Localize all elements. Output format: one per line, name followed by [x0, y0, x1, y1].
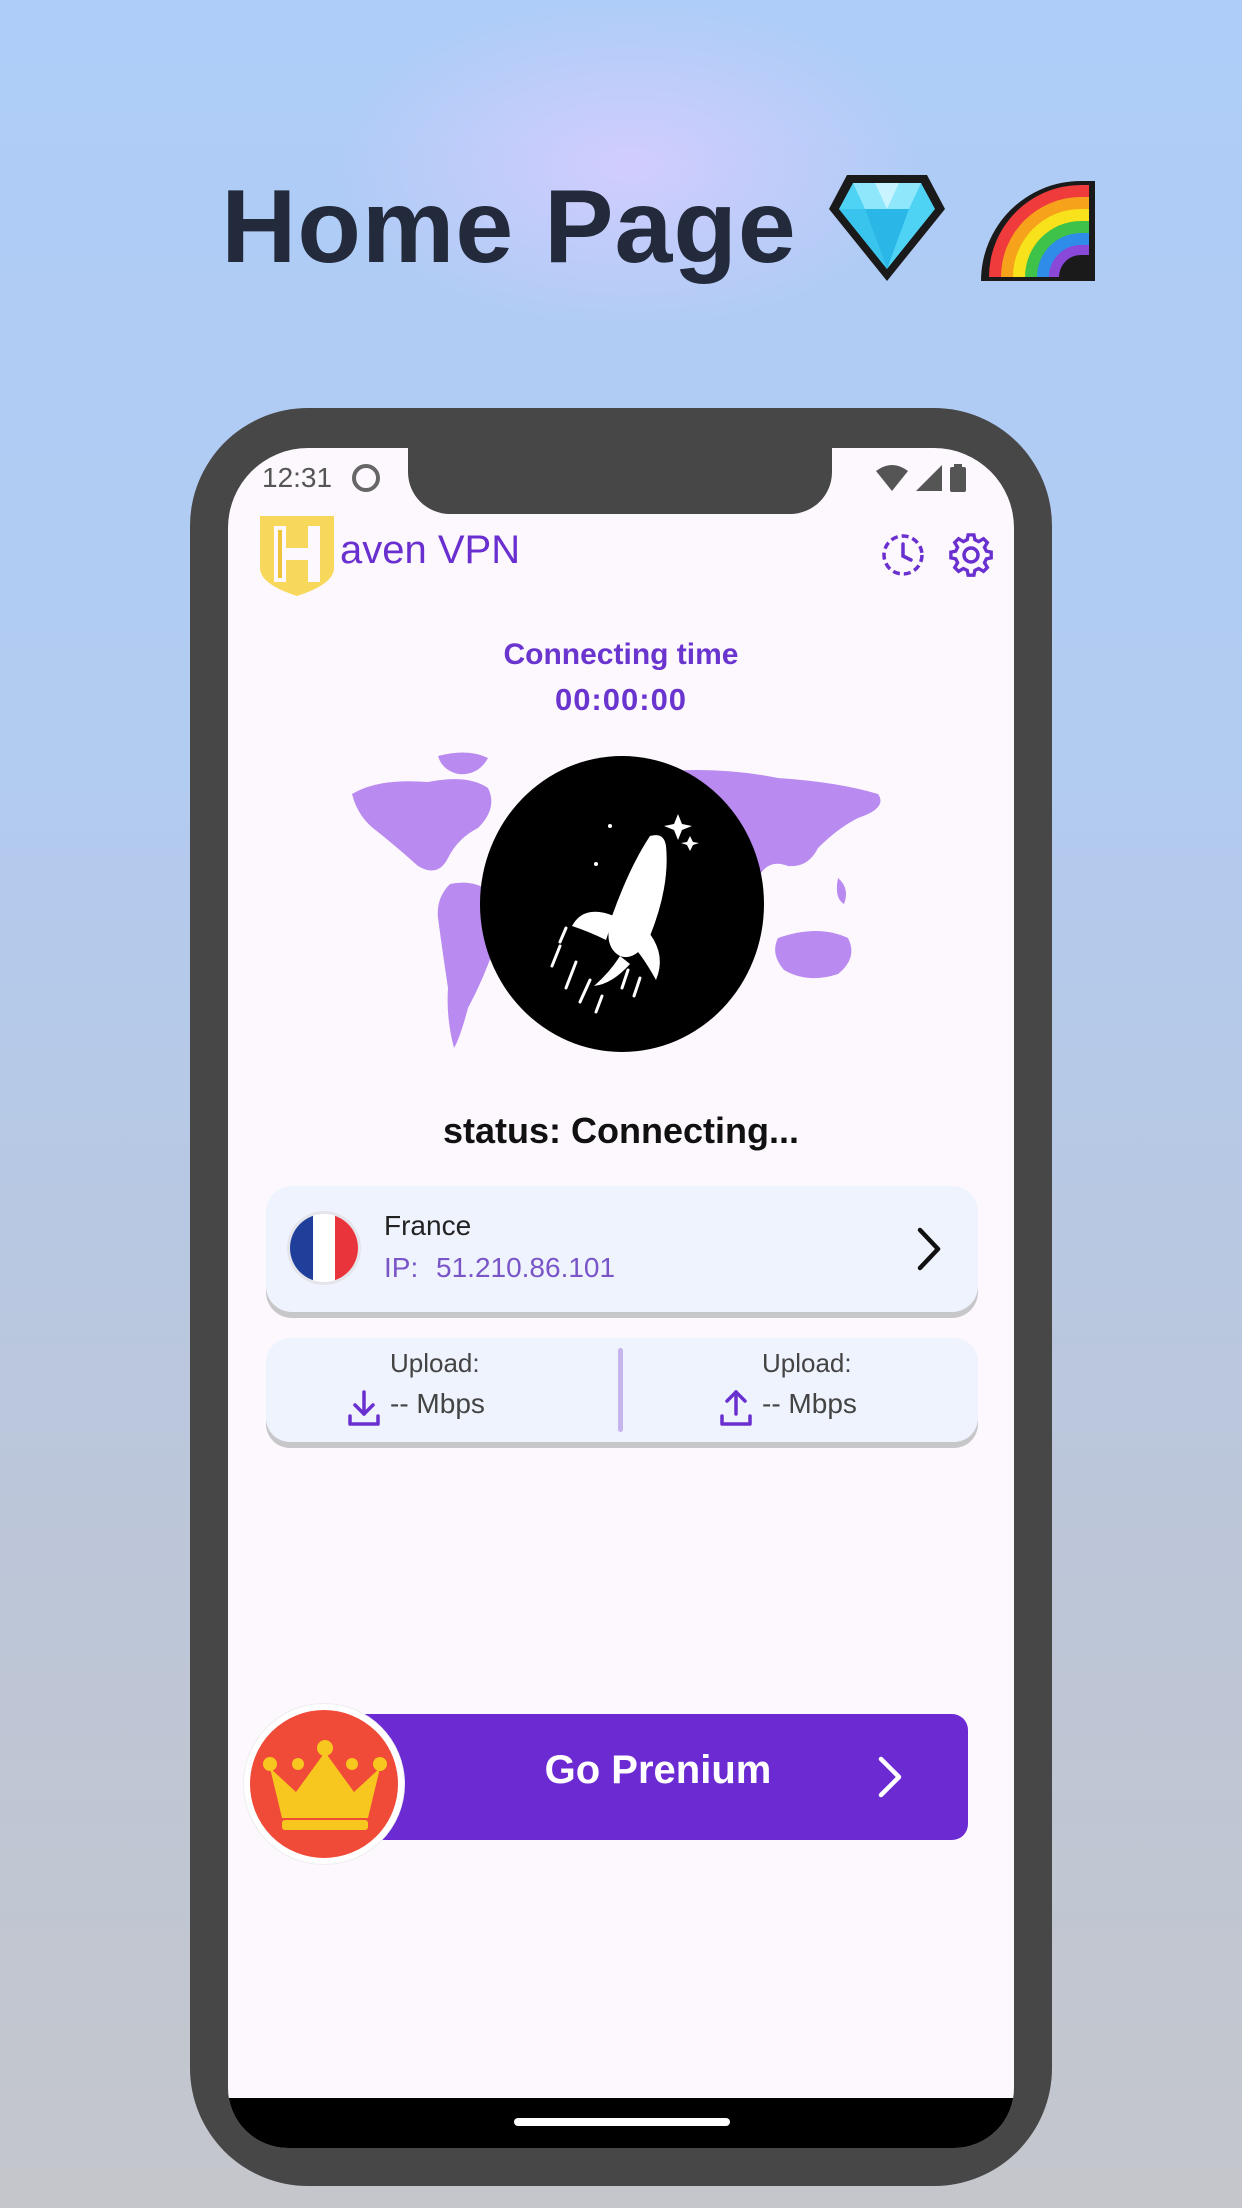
- rocket-icon: [550, 814, 699, 1014]
- download-speed-value: -- Mbps: [390, 1388, 485, 1419]
- app-brand-name: aven VPN: [340, 528, 521, 572]
- upload-speed: Upload: -- Mbps: [720, 1342, 984, 1438]
- premium-crown-badge: [244, 1704, 404, 1864]
- promo-title: Home Page: [221, 169, 797, 285]
- upload-speed-label: Upload:: [762, 1348, 852, 1378]
- connection-status: status: Connecting...: [442, 1110, 799, 1151]
- wifi-icon: [876, 465, 908, 491]
- promo-headline: Home Page: [0, 168, 1242, 287]
- france-flag-icon: [290, 1214, 358, 1282]
- app-screen: 12:31 aven VPN Connecting time 00:00:00 …: [228, 448, 1014, 2148]
- home-indicator[interactable]: [514, 2118, 730, 2126]
- go-premium-label: Go Prenium: [544, 1748, 772, 1792]
- settings-icon[interactable]: [948, 532, 994, 578]
- upload-speed-value: -- Mbps: [762, 1388, 857, 1419]
- upload-icon: [720, 1390, 752, 1426]
- crown-icon: [263, 1740, 387, 1830]
- connecting-time-value: 00:00:00: [554, 682, 688, 717]
- speed-panel: Upload: -- Mbps Upload: -- Mbps: [266, 1338, 978, 1442]
- server-country: France: [384, 1210, 472, 1241]
- server-selector[interactable]: France IP: 51.210.86.101: [266, 1186, 978, 1312]
- chevron-right-icon: [878, 1756, 902, 1798]
- status-bar-icons: [876, 464, 966, 492]
- connecting-time-label: Connecting time: [503, 638, 739, 671]
- ip-value: 51.210.86.101: [436, 1252, 616, 1283]
- status-bar-time: 12:31: [262, 462, 333, 493]
- gem-stone-icon: [828, 174, 945, 281]
- battery-icon: [950, 464, 966, 492]
- download-icon: [348, 1390, 380, 1426]
- rainbow-icon: [980, 180, 1095, 281]
- ip-label: IP:: [384, 1252, 419, 1283]
- server-ip-row: IP: 51.210.86.101: [384, 1252, 615, 1284]
- download-speed-label: Upload:: [390, 1348, 480, 1378]
- chevron-right-icon: [917, 1227, 941, 1271]
- history-icon[interactable]: [880, 532, 926, 578]
- cat-face-icon: [352, 464, 380, 492]
- system-nav-bar: [228, 2098, 1014, 2148]
- connect-button[interactable]: [480, 756, 764, 1052]
- download-speed: Upload: -- Mbps: [348, 1342, 612, 1438]
- phone-frame: 12:31 aven VPN Connecting time 00:00:00 …: [190, 408, 1052, 2186]
- go-premium-button[interactable]: Go Prenium: [348, 1714, 968, 1840]
- speed-divider: [618, 1348, 623, 1432]
- haven-logo-icon: [260, 516, 334, 596]
- cellular-icon: [916, 465, 942, 491]
- phone-notch: [408, 448, 832, 514]
